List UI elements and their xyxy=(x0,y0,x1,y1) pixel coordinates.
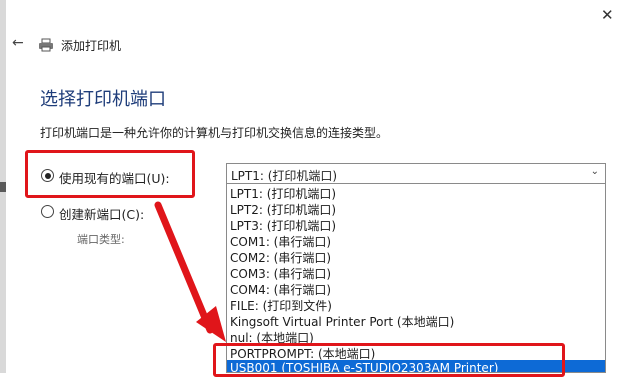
annotation-arrow xyxy=(154,201,226,342)
